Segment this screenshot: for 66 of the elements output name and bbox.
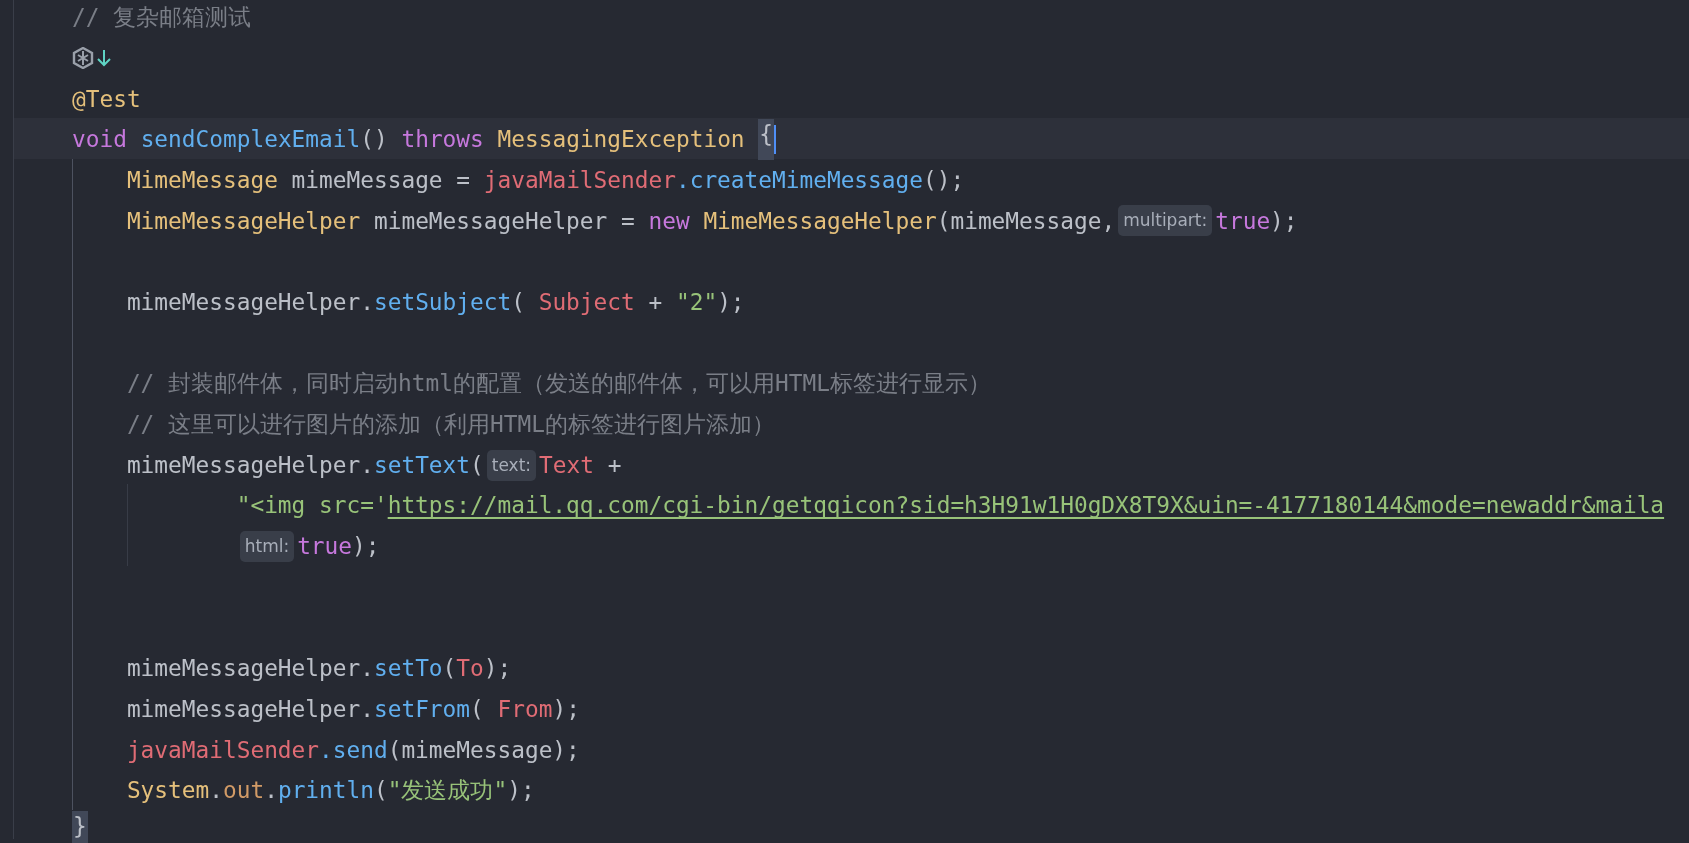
code-text: (); <box>923 165 965 195</box>
code-comment: // 封装邮件体，同时启动html的配置（发送的邮件体，可以用HTML标签进行显示） <box>126 369 991 399</box>
code-text: ); <box>1270 206 1298 236</box>
annotation: @Test <box>72 84 141 114</box>
code-text: ); <box>352 532 380 562</box>
parameter-hint: text: <box>486 449 537 481</box>
code-text: ); <box>552 694 580 724</box>
url-link[interactable]: https://mail.qq.com/cgi-bin/getqqicon?sid=h3H91w1H0gDX8T9X&uin=-4177180144&mode=newaddr&maila <box>387 485 1665 527</box>
code-text: (mimeMessage); <box>387 735 580 765</box>
keyword: new <box>648 206 690 236</box>
field-name: javaMailSender <box>126 735 320 765</box>
keyword: throws <box>401 125 484 155</box>
method-name: println <box>277 776 374 806</box>
string-literal: "<img src=' <box>236 491 388 521</box>
keyword: true <box>297 532 353 562</box>
method-name: .send <box>319 735 388 765</box>
string-literal: "发送成功" <box>387 776 508 806</box>
code-text: () <box>360 125 388 155</box>
code-text: + <box>648 287 663 317</box>
code-text: + <box>607 450 622 480</box>
field-name: Text <box>539 450 594 480</box>
code-text: mimeMessageHelper. <box>126 694 374 724</box>
code-text: mimeMessage = <box>291 165 471 195</box>
field-name: From <box>497 694 553 724</box>
code-text: mimeMessageHelper. <box>126 654 374 684</box>
hexagon-icon[interactable] <box>72 47 94 70</box>
field-name: Subject <box>538 287 635 317</box>
brace: } <box>72 810 88 843</box>
method-name: setText <box>373 450 471 480</box>
type-name: System <box>126 776 210 806</box>
method-name: sendComplexEmail <box>140 125 361 155</box>
field-name: To <box>456 654 484 684</box>
string-literal: "2" <box>675 287 718 317</box>
method-name: .createMimeMessage <box>675 165 923 195</box>
down-arrow-icon[interactable] <box>96 48 112 69</box>
brace: { <box>758 119 775 160</box>
code-text: . <box>209 776 223 806</box>
code-text: mimeMessageHelper. <box>126 287 374 317</box>
method-name: setTo <box>373 654 443 684</box>
code-comment: // 这里可以进行图片的添加（利用HTML的标签进行图片添加） <box>126 410 775 440</box>
method-name: setSubject <box>373 287 512 317</box>
type-name: MimeMessage <box>126 165 278 195</box>
code-text: ( <box>470 450 484 480</box>
type-name: MimeMessageHelper <box>126 206 361 236</box>
code-text: ); <box>717 287 745 317</box>
code-comment: // 复杂邮箱测试 <box>72 3 252 33</box>
field-name: javaMailSender <box>483 165 676 195</box>
code-text: . <box>264 776 278 806</box>
code-text: ( <box>442 654 457 684</box>
code-text: ); <box>507 776 535 806</box>
code-text: ); <box>483 654 512 684</box>
parameter-hint: html: <box>239 530 295 562</box>
keyword: true <box>1215 206 1271 236</box>
code-text: mimeMessageHelper = <box>373 206 635 236</box>
field-name: out <box>223 776 265 806</box>
code-text: mimeMessageHelper. <box>126 450 374 480</box>
method-name: setFrom <box>373 694 471 724</box>
type-name: MimeMessageHelper <box>703 206 937 236</box>
keyword: void <box>72 125 127 155</box>
code-text: ( <box>470 694 484 724</box>
code-text: (mimeMessage, <box>936 206 1116 236</box>
parameter-hint: multipart: <box>1118 205 1213 237</box>
code-text: ( <box>374 776 388 806</box>
code-text: ( <box>511 287 525 317</box>
type-name: MessagingException <box>497 125 745 155</box>
text-caret <box>774 125 777 155</box>
